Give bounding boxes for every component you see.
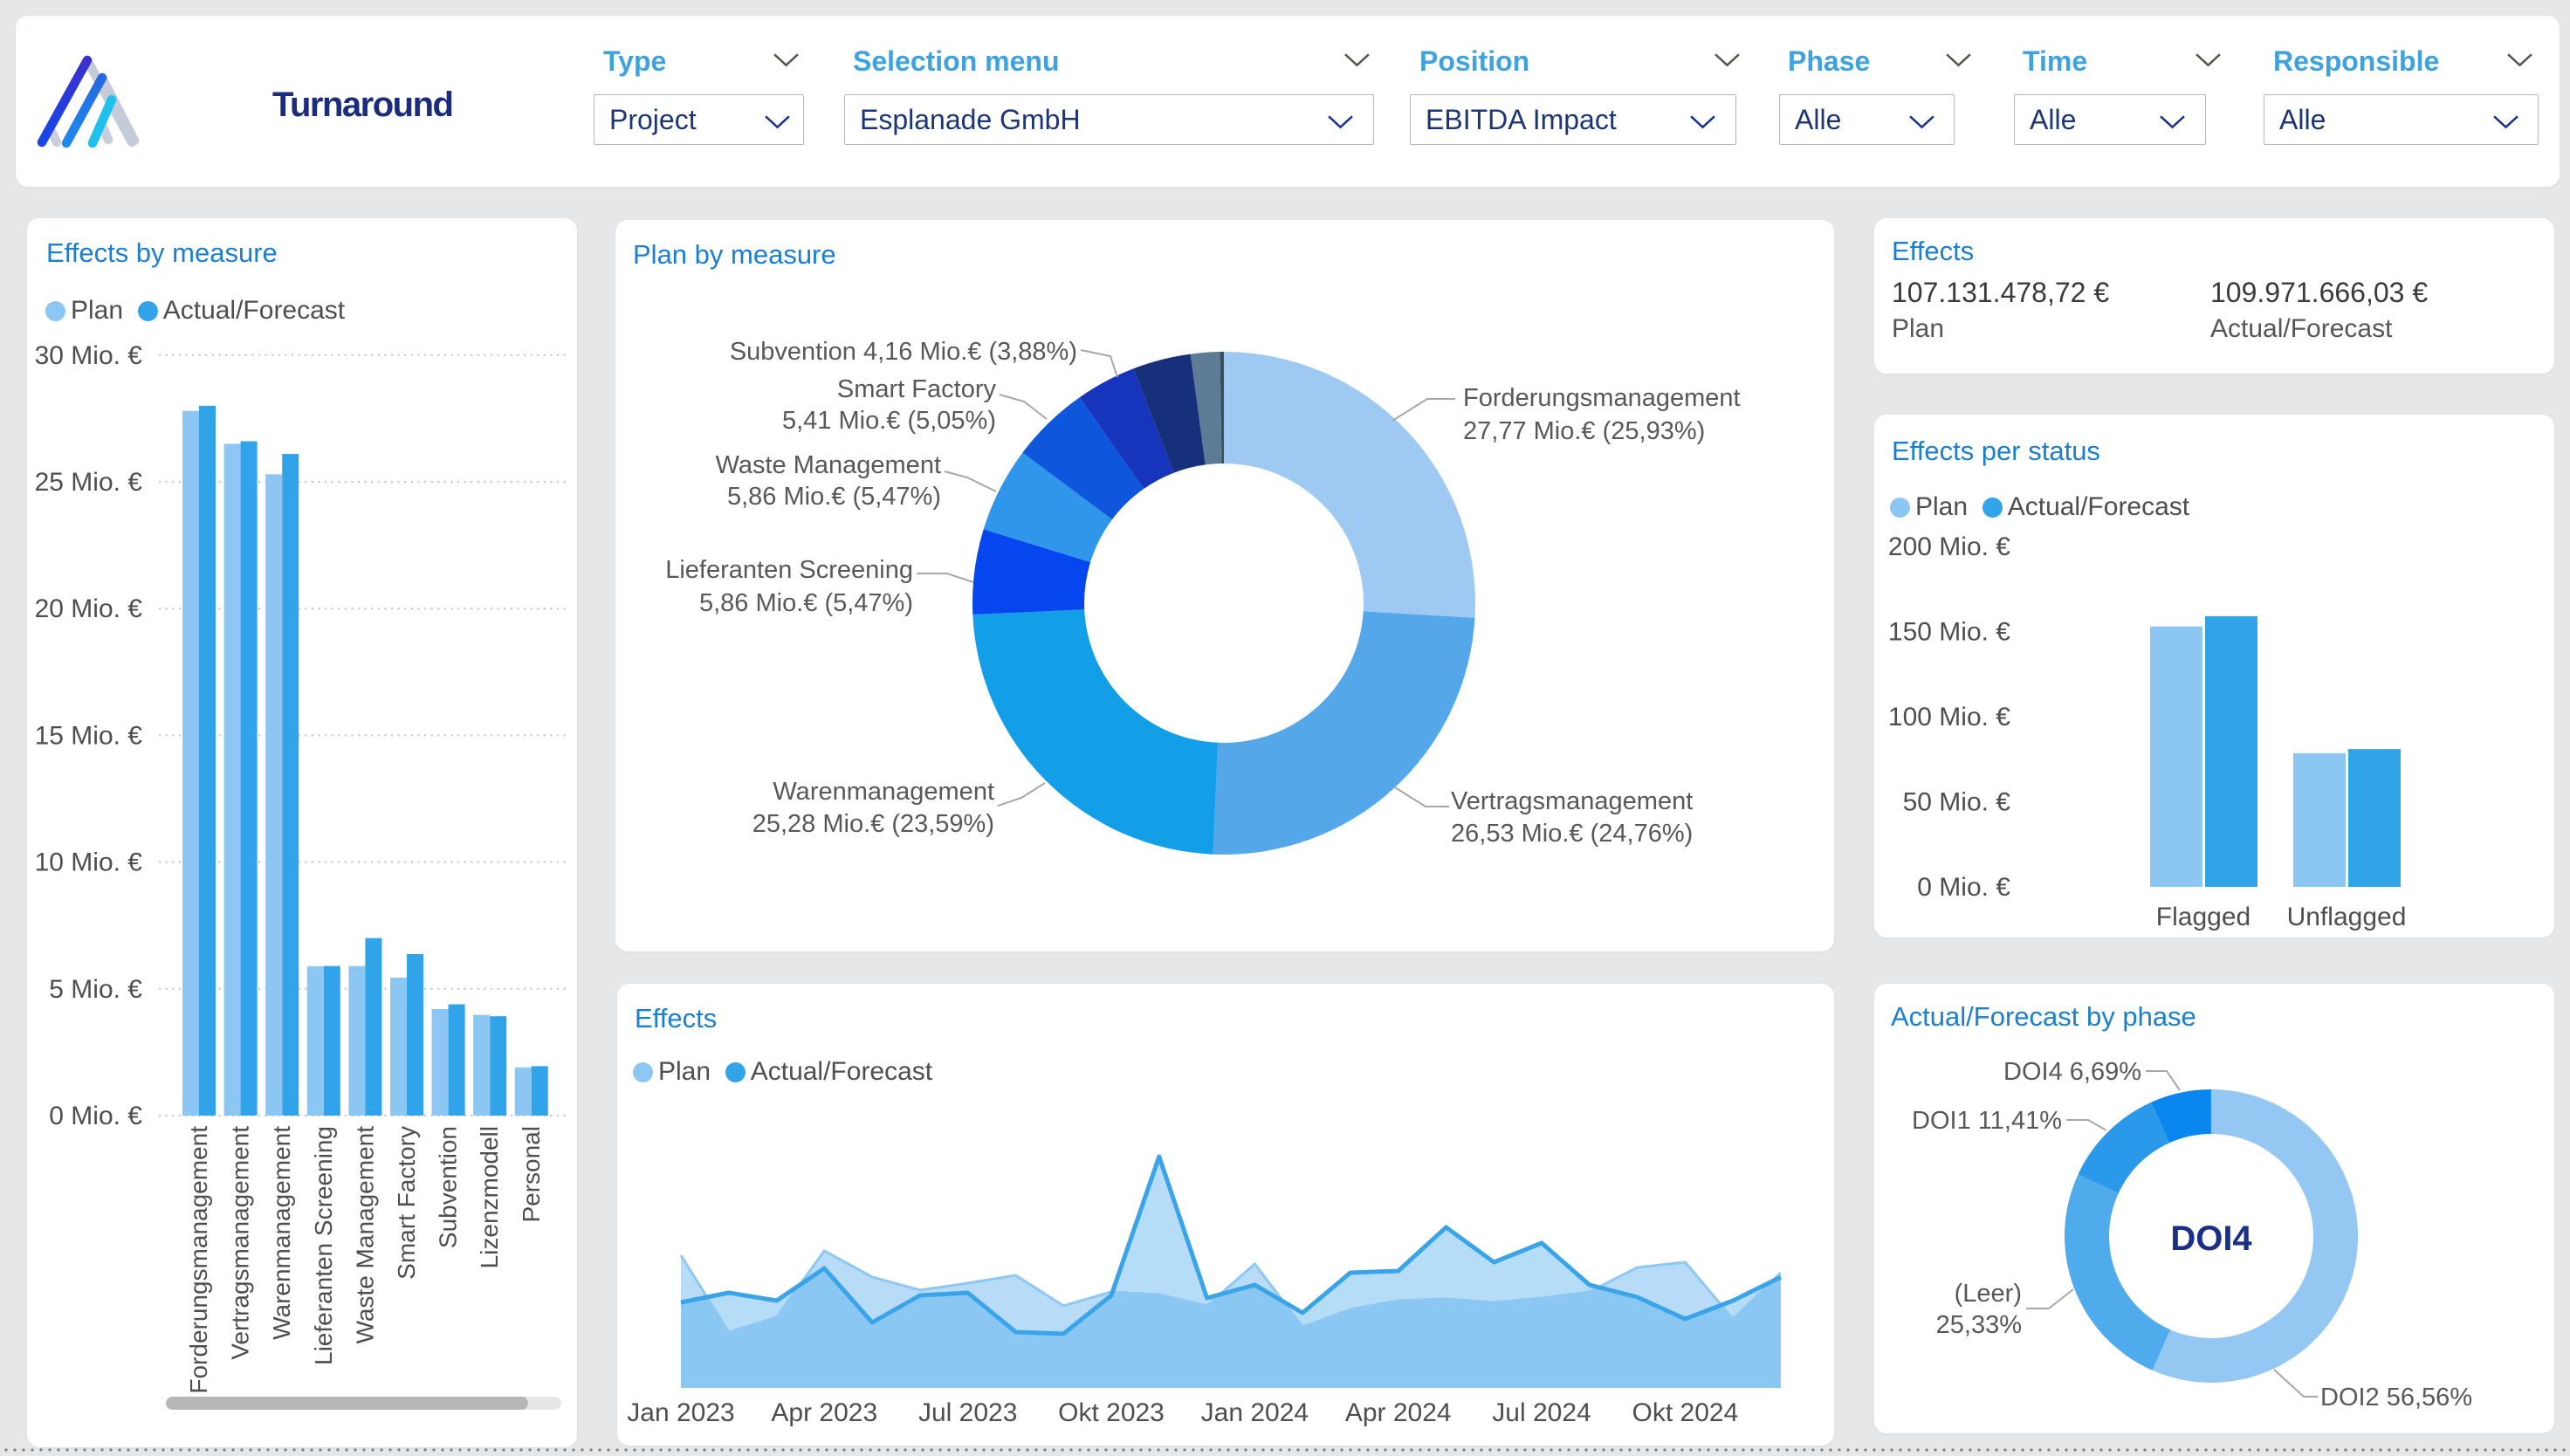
svg-text:Forderungsmanagement: Forderungsmanagement <box>185 1126 212 1394</box>
svg-text:Apr 2023: Apr 2023 <box>771 1398 877 1427</box>
svg-text:0 Mio. €: 0 Mio. € <box>1917 873 2010 902</box>
svg-text:Lizenzmodell: Lizenzmodell <box>476 1126 503 1268</box>
svg-text:Okt 2023: Okt 2023 <box>1058 1398 1165 1427</box>
svg-text:Waste Management: Waste Management <box>716 451 941 479</box>
svg-text:Vertragsmanagement: Vertragsmanagement <box>227 1126 254 1360</box>
svg-text:Subvention: Subvention <box>435 1126 462 1248</box>
svg-text:DOI4: DOI4 <box>2170 1219 2252 1258</box>
svg-text:15 Mio. €: 15 Mio. € <box>35 721 143 750</box>
svg-text:Jul 2024: Jul 2024 <box>1492 1398 1591 1427</box>
svg-text:Warenmanagement: Warenmanagement <box>773 778 994 806</box>
svg-text:Smart Factory: Smart Factory <box>837 375 997 403</box>
svg-text:20 Mio. €: 20 Mio. € <box>35 594 143 623</box>
svg-text:DOI1 11,41%: DOI1 11,41% <box>1912 1107 2062 1135</box>
svg-text:DOI2 56,56%: DOI2 56,56% <box>2320 1384 2472 1411</box>
svg-text:Lieferanten Screening: Lieferanten Screening <box>310 1126 337 1365</box>
svg-text:200 Mio. €: 200 Mio. € <box>1888 532 2010 561</box>
svg-text:DOI4 6,69%: DOI4 6,69% <box>2003 1058 2141 1086</box>
svg-text:25 Mio. €: 25 Mio. € <box>35 468 143 497</box>
svg-text:Unflagged: Unflagged <box>2287 903 2407 931</box>
svg-text:27,77 Mio.€ (25,93%): 27,77 Mio.€ (25,93%) <box>1463 417 1705 445</box>
svg-text:Subvention 4,16 Mio.€ (3,88%): Subvention 4,16 Mio.€ (3,88%) <box>730 338 1077 366</box>
svg-text:10 Mio. €: 10 Mio. € <box>35 848 143 877</box>
svg-text:100 Mio. €: 100 Mio. € <box>1888 703 2010 731</box>
svg-text:150 Mio. €: 150 Mio. € <box>1888 618 2010 647</box>
svg-text:Apr 2024: Apr 2024 <box>1345 1398 1452 1427</box>
svg-text:30 Mio. €: 30 Mio. € <box>35 341 143 370</box>
svg-text:5,41 Mio.€ (5,05%): 5,41 Mio.€ (5,05%) <box>782 407 996 435</box>
svg-text:Lieferanten Screening: Lieferanten Screening <box>665 556 913 584</box>
svg-text:Vertragsmanagement: Vertragsmanagement <box>1451 787 1693 815</box>
svg-text:Okt 2024: Okt 2024 <box>1632 1398 1739 1427</box>
svg-text:Personal: Personal <box>518 1126 545 1223</box>
svg-text:0 Mio. €: 0 Mio. € <box>49 1102 142 1130</box>
svg-text:5 Mio. €: 5 Mio. € <box>49 975 142 1004</box>
svg-text:25,28 Mio.€ (23,59%): 25,28 Mio.€ (23,59%) <box>752 810 994 838</box>
svg-text:(Leer): (Leer) <box>1955 1280 2022 1308</box>
svg-text:50 Mio. €: 50 Mio. € <box>1903 788 2011 817</box>
svg-text:Jan 2023: Jan 2023 <box>627 1398 734 1427</box>
svg-text:Waste Management: Waste Management <box>351 1126 378 1344</box>
svg-text:Smart Factory: Smart Factory <box>393 1126 420 1280</box>
svg-text:Flagged: Flagged <box>2156 903 2250 931</box>
svg-text:Jan 2024: Jan 2024 <box>1201 1398 1309 1427</box>
svg-text:26,53 Mio.€ (24,76%): 26,53 Mio.€ (24,76%) <box>1451 820 1693 848</box>
svg-text:5,86 Mio.€ (5,47%): 5,86 Mio.€ (5,47%) <box>699 589 913 617</box>
svg-text:25,33%: 25,33% <box>1936 1311 2022 1339</box>
svg-text:Jul 2023: Jul 2023 <box>918 1398 1017 1427</box>
svg-text:Warenmanagement: Warenmanagement <box>268 1126 295 1340</box>
svg-text:Forderungsmanagement: Forderungsmanagement <box>1463 384 1741 412</box>
svg-text:5,86 Mio.€ (5,47%): 5,86 Mio.€ (5,47%) <box>727 483 941 511</box>
